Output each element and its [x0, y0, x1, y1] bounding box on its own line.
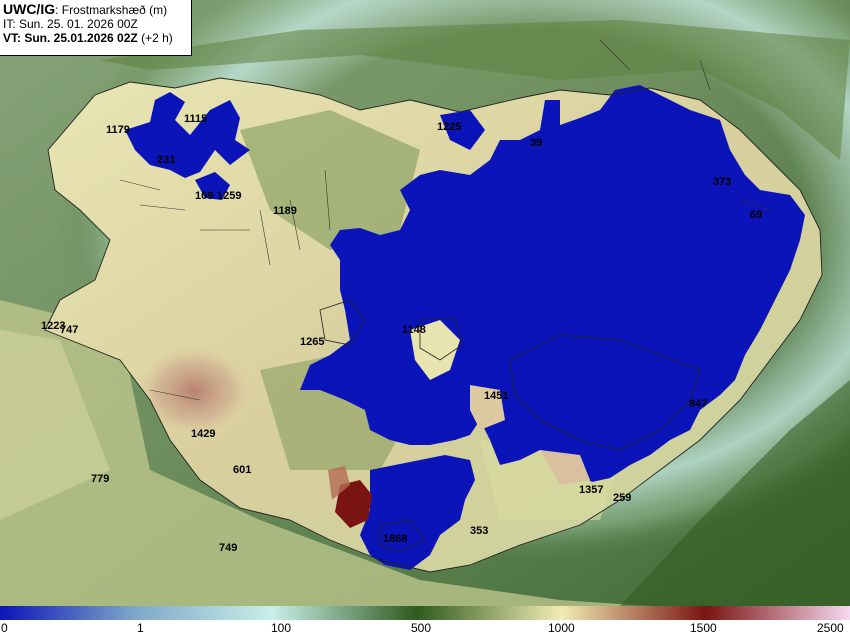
value-label: 1189	[273, 205, 297, 217]
freezing-level-map: 1179 1115 231 109 1259 1189 1225 39 373 …	[0, 0, 850, 606]
colorbar-tick-label: 1500	[690, 621, 717, 635]
value-label: 749	[219, 542, 238, 554]
info-vt-text: VT: Sun. 25.01.2026 02Z	[3, 31, 138, 45]
colorbar-gradient	[0, 606, 850, 620]
colorbar-tick-label: 1	[137, 621, 144, 635]
value-label: 1259	[217, 190, 242, 202]
colorbar-tick-label: 500	[411, 621, 432, 635]
value-label: 69	[750, 209, 763, 221]
value-label: 1868	[383, 533, 408, 545]
value-label: 231	[157, 154, 176, 166]
info-vt-line: VT: Sun. 25.01.2026 02Z (+2 h)	[3, 31, 188, 45]
value-label: 353	[470, 525, 489, 537]
value-label: 259	[613, 492, 632, 504]
value-label: 1429	[191, 428, 216, 440]
value-label: 39	[530, 137, 543, 149]
value-label: 601	[233, 464, 252, 476]
colorbar-tick-label: 0	[1, 621, 8, 635]
value-label: 847	[689, 398, 708, 410]
info-title-main: UWC/IG	[3, 1, 56, 17]
value-label: 373	[713, 176, 732, 188]
value-label: 1179	[106, 124, 130, 136]
colorbar-tick-label: 2500	[817, 621, 844, 635]
map-canvas	[0, 0, 850, 606]
value-label: 1357	[579, 484, 604, 496]
info-title-line: UWC/IG: Frostmarkshæð (m)	[3, 2, 188, 17]
info-vt-suffix: (+2 h)	[137, 31, 173, 45]
value-label: 1225	[437, 121, 462, 133]
info-it-line: IT: Sun. 25. 01. 2026 00Z	[3, 17, 138, 31]
colorbar: 0 1 100 500 1000 1500 2500	[0, 606, 850, 638]
value-label: 747	[60, 324, 79, 336]
value-label: 109	[195, 190, 214, 202]
colorbar-tick-label: 1000	[548, 621, 575, 635]
value-label: 1148	[402, 324, 426, 336]
info-box: UWC/IG: Frostmarkshæð (m) IT: Sun. 25. 0…	[0, 0, 192, 56]
value-label: 779	[91, 473, 110, 485]
value-label: 1451	[484, 390, 509, 402]
info-title-rest: : Frostmarkshæð (m)	[55, 3, 168, 17]
value-label: 1115	[184, 113, 208, 125]
colorbar-tick-label: 100	[271, 621, 292, 635]
value-label: 1265	[300, 336, 325, 348]
